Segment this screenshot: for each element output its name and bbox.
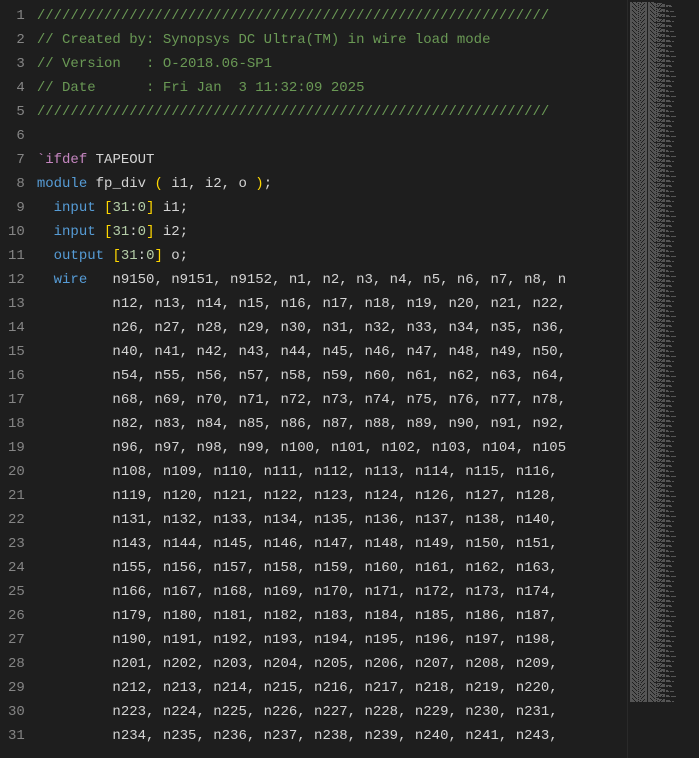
line-number: 9 — [8, 196, 25, 220]
line-number-gutter: 1234567891011121314151617181920212223242… — [0, 0, 37, 758]
code-line[interactable]: output [31:0] o; — [37, 244, 627, 268]
line-number: 4 — [8, 76, 25, 100]
code-line[interactable]: // Created by: Synopsys DC Ultra(TM) in … — [37, 28, 627, 52]
code-line[interactable]: n212, n213, n214, n215, n216, n217, n218… — [37, 676, 627, 700]
code-line[interactable]: n26, n27, n28, n29, n30, n31, n32, n33, … — [37, 316, 627, 340]
line-number: 10 — [8, 220, 25, 244]
code-content[interactable]: ////////////////////////////////////////… — [37, 0, 627, 758]
line-number: 1 — [8, 4, 25, 28]
minimap[interactable] — [627, 0, 699, 758]
code-line[interactable]: n96, n97, n98, n99, n100, n101, n102, n1… — [37, 436, 627, 460]
line-number: 28 — [8, 652, 25, 676]
line-number: 17 — [8, 388, 25, 412]
code-line[interactable]: // Date : Fri Jan 3 11:32:09 2025 — [37, 76, 627, 100]
code-line[interactable]: n190, n191, n192, n193, n194, n195, n196… — [37, 628, 627, 652]
line-number: 15 — [8, 340, 25, 364]
line-number: 24 — [8, 556, 25, 580]
code-line[interactable]: wire n9150, n9151, n9152, n1, n2, n3, n4… — [37, 268, 627, 292]
code-line[interactable]: n166, n167, n168, n169, n170, n171, n172… — [37, 580, 627, 604]
line-number: 21 — [8, 484, 25, 508]
code-line[interactable]: n68, n69, n70, n71, n72, n73, n74, n75, … — [37, 388, 627, 412]
code-line[interactable] — [37, 124, 627, 148]
line-number: 26 — [8, 604, 25, 628]
code-line[interactable]: n54, n55, n56, n57, n58, n59, n60, n61, … — [37, 364, 627, 388]
code-line[interactable]: n108, n109, n110, n111, n112, n113, n114… — [37, 460, 627, 484]
line-number: 5 — [8, 100, 25, 124]
code-line[interactable]: ////////////////////////////////////////… — [37, 4, 627, 28]
code-line[interactable]: n12, n13, n14, n15, n16, n17, n18, n19, … — [37, 292, 627, 316]
line-number: 3 — [8, 52, 25, 76]
line-number: 25 — [8, 580, 25, 604]
code-line[interactable]: n119, n120, n121, n122, n123, n124, n126… — [37, 484, 627, 508]
line-number: 27 — [8, 628, 25, 652]
line-number: 11 — [8, 244, 25, 268]
code-line[interactable]: n40, n41, n42, n43, n44, n45, n46, n47, … — [37, 340, 627, 364]
code-line[interactable]: n223, n224, n225, n226, n227, n228, n229… — [37, 700, 627, 724]
code-editor[interactable]: 1234567891011121314151617181920212223242… — [0, 0, 627, 758]
line-number: 29 — [8, 676, 25, 700]
line-number: 8 — [8, 172, 25, 196]
line-number: 30 — [8, 700, 25, 724]
code-line[interactable]: n234, n235, n236, n237, n238, n239, n240… — [37, 724, 627, 748]
line-number: 6 — [8, 124, 25, 148]
code-line[interactable]: n131, n132, n133, n134, n135, n136, n137… — [37, 508, 627, 532]
code-line[interactable]: n201, n202, n203, n204, n205, n206, n207… — [37, 652, 627, 676]
code-line[interactable]: n143, n144, n145, n146, n147, n148, n149… — [37, 532, 627, 556]
line-number: 20 — [8, 460, 25, 484]
line-number: 2 — [8, 28, 25, 52]
line-number: 16 — [8, 364, 25, 388]
code-line[interactable]: n82, n83, n84, n85, n86, n87, n88, n89, … — [37, 412, 627, 436]
code-line[interactable]: module fp_div ( i1, i2, o ); — [37, 172, 627, 196]
line-number: 22 — [8, 508, 25, 532]
code-line[interactable]: input [31:0] i2; — [37, 220, 627, 244]
line-number: 14 — [8, 316, 25, 340]
line-number: 19 — [8, 436, 25, 460]
code-line[interactable]: n179, n180, n181, n182, n183, n184, n185… — [37, 604, 627, 628]
line-number: 7 — [8, 148, 25, 172]
code-line[interactable]: input [31:0] i1; — [37, 196, 627, 220]
line-number: 12 — [8, 268, 25, 292]
code-line[interactable]: // Version : O-2018.06-SP1 — [37, 52, 627, 76]
code-line[interactable]: `ifdef TAPEOUT — [37, 148, 627, 172]
code-line[interactable]: n155, n156, n157, n158, n159, n160, n161… — [37, 556, 627, 580]
line-number: 13 — [8, 292, 25, 316]
line-number: 31 — [8, 724, 25, 748]
code-line[interactable]: ////////////////////////////////////////… — [37, 100, 627, 124]
line-number: 18 — [8, 412, 25, 436]
line-number: 23 — [8, 532, 25, 556]
